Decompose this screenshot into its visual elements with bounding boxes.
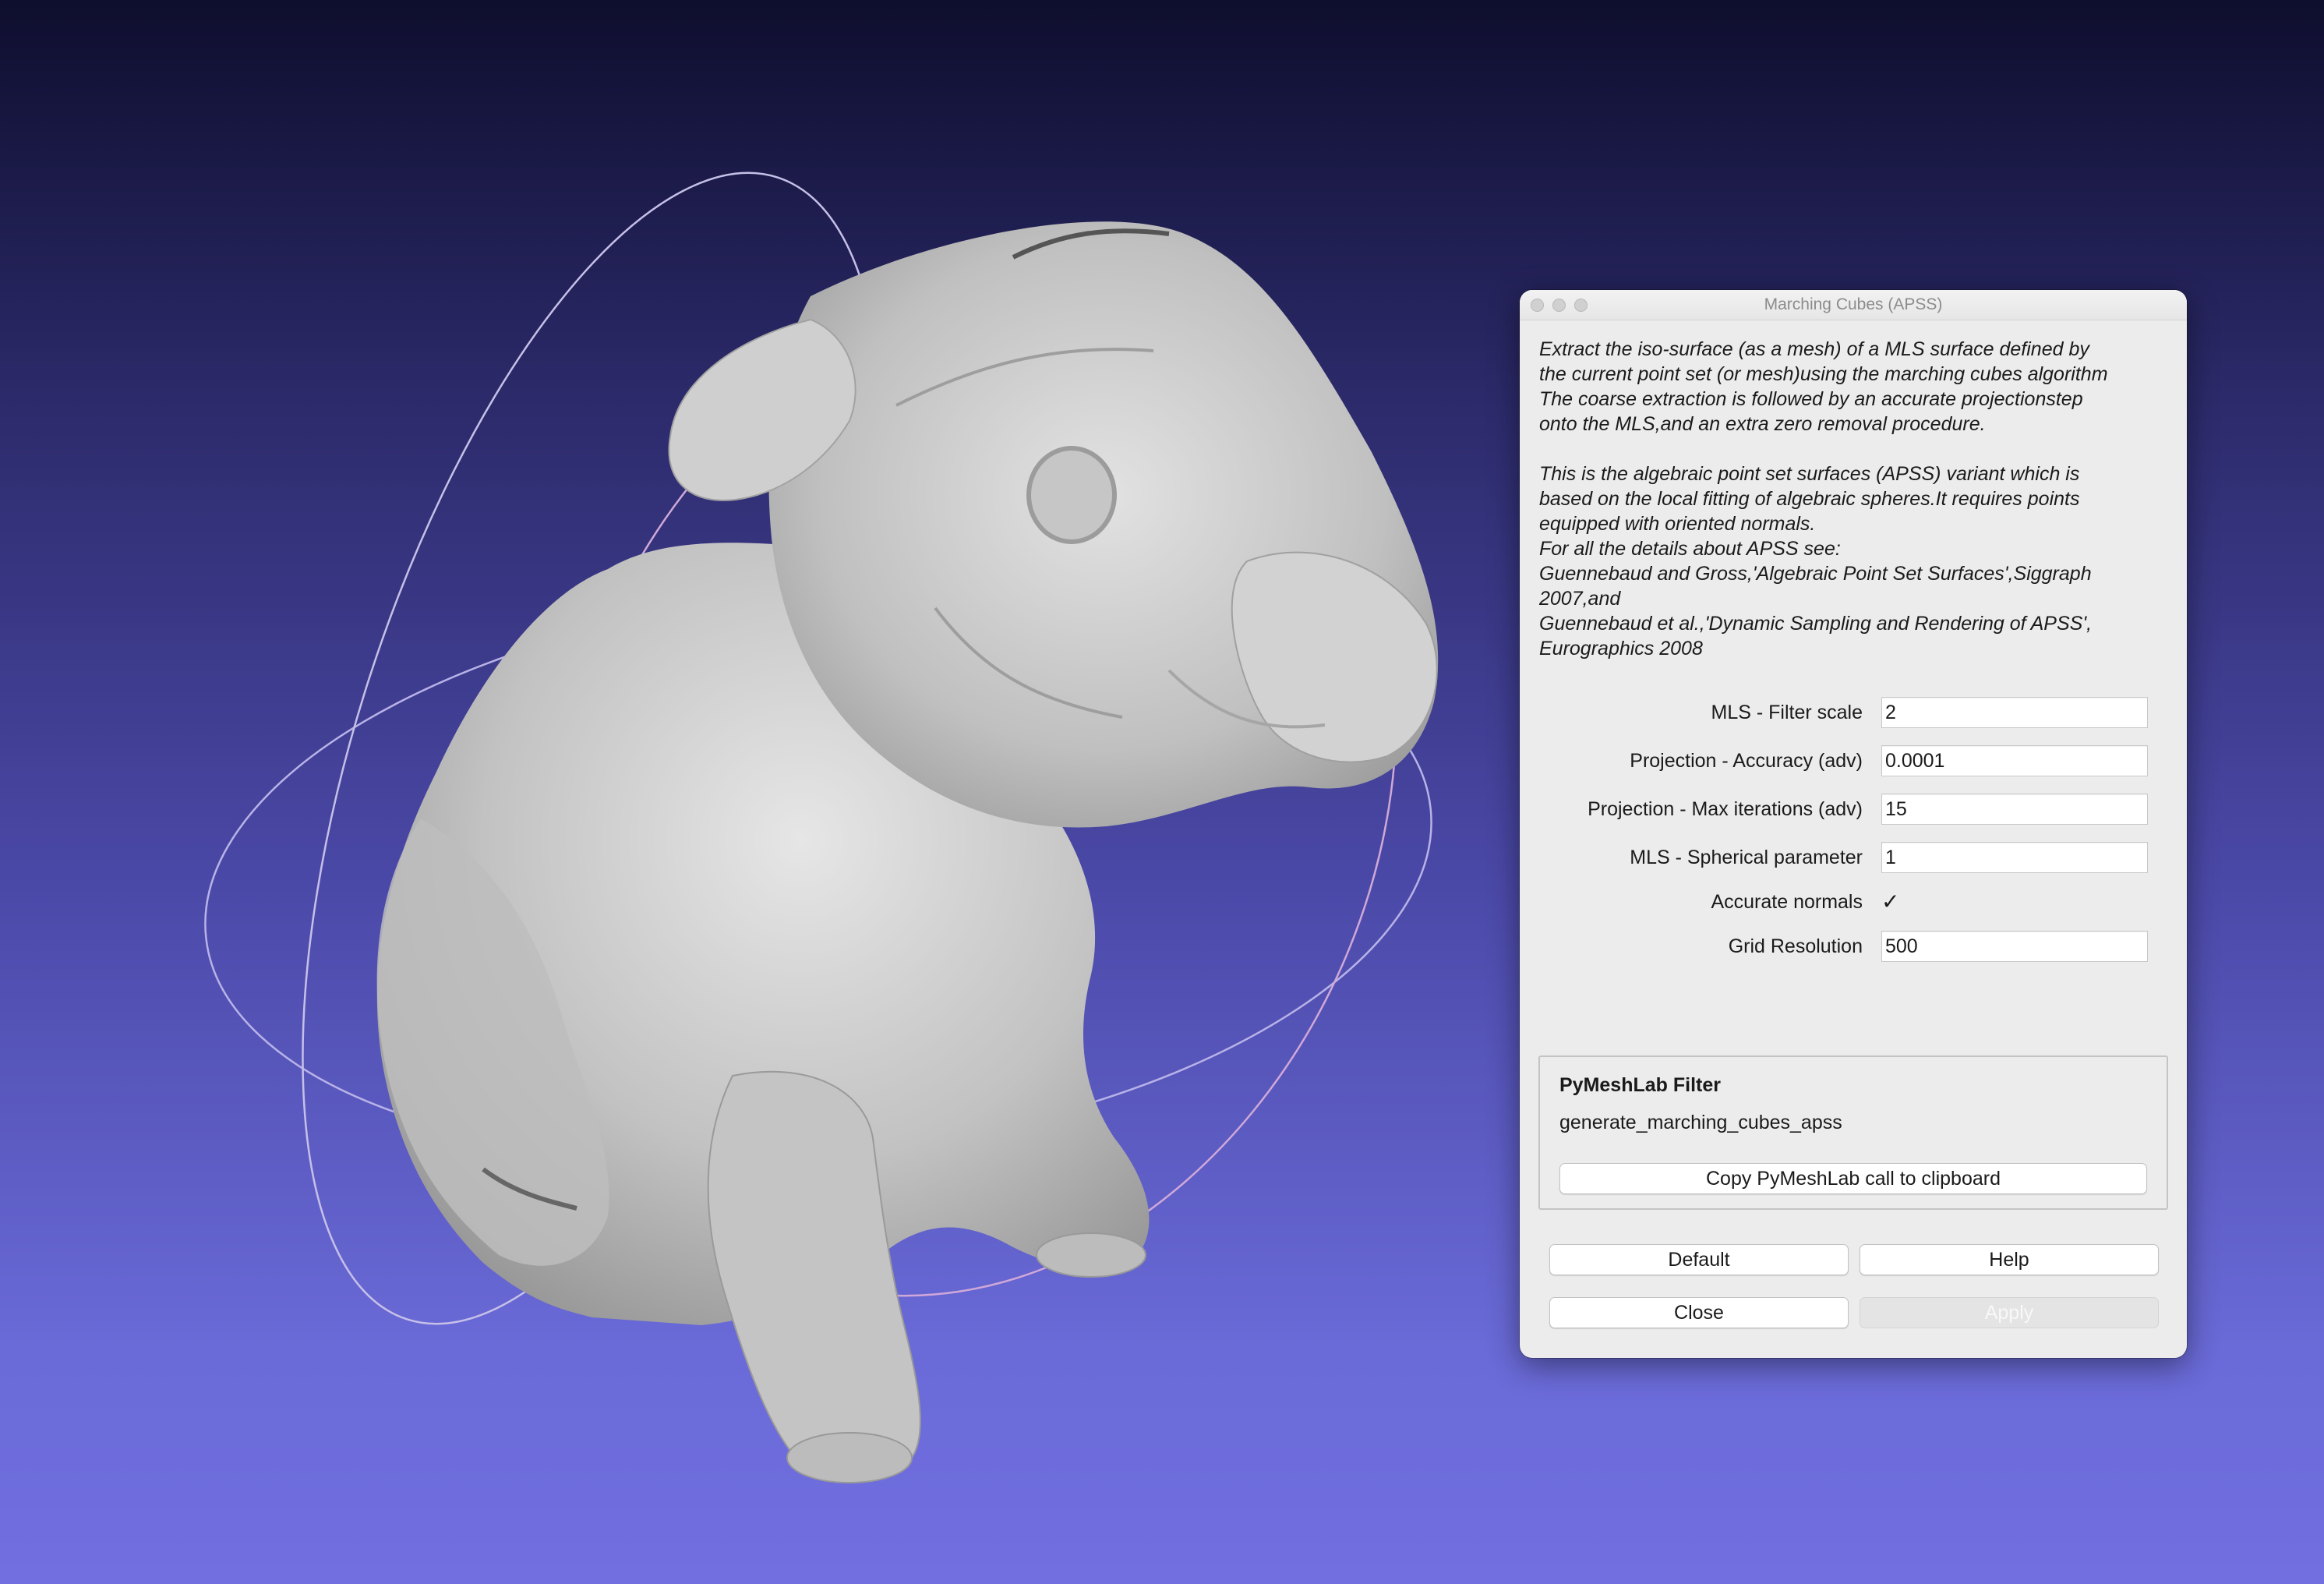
- pug-mesh: [376, 221, 1439, 1483]
- pymeshlab-filter-title: PyMeshLab Filter: [1559, 1074, 1721, 1096]
- max-iterations-input[interactable]: [1881, 794, 2148, 825]
- 3d-viewport[interactable]: Marching Cubes (APSS) Extract the iso-su…: [0, 0, 2324, 1584]
- projection-accuracy-label: Projection - Accuracy (adv): [1630, 750, 1863, 772]
- pymeshlab-filter-group: PyMeshLab Filter generate_marching_cubes…: [1538, 1055, 2168, 1210]
- param-row-projection-accuracy: Projection - Accuracy (adv): [1520, 745, 2187, 776]
- projection-accuracy-input[interactable]: [1881, 745, 2148, 776]
- grid-resolution-label: Grid Resolution: [1728, 935, 1863, 957]
- dialog-titlebar[interactable]: Marching Cubes (APSS): [1520, 290, 2187, 320]
- grid-resolution-input[interactable]: [1881, 931, 2148, 962]
- param-row-spherical-parameter: MLS - Spherical parameter: [1520, 842, 2187, 873]
- param-row-max-iterations: Projection - Max iterations (adv): [1520, 794, 2187, 825]
- spherical-parameter-label: MLS - Spherical parameter: [1630, 847, 1863, 868]
- mesh-paw: [786, 1432, 913, 1483]
- mesh-paw: [1036, 1232, 1146, 1278]
- accurate-normals-checkbox[interactable]: ✓: [1881, 891, 1903, 913]
- filter-scale-input[interactable]: [1881, 697, 2148, 728]
- copy-pymeshlab-call-button[interactable]: Copy PyMeshLab call to clipboard: [1559, 1163, 2147, 1194]
- default-button[interactable]: Default: [1549, 1244, 1849, 1275]
- mesh-eye: [1026, 446, 1117, 544]
- param-row-filter-scale: MLS - Filter scale: [1520, 697, 2187, 728]
- description-paragraph: This is the algebraic point set surfaces…: [1539, 463, 2093, 659]
- apply-button[interactable]: Apply: [1860, 1297, 2159, 1328]
- max-iterations-label: Projection - Max iterations (adv): [1588, 798, 1863, 820]
- filter-description: Extract the iso-surface (as a mesh) of a…: [1539, 337, 2172, 661]
- marching-cubes-dialog: Marching Cubes (APSS) Extract the iso-su…: [1520, 290, 2187, 1358]
- pymeshlab-call-name: generate_marching_cubes_apss: [1559, 1112, 1842, 1133]
- description-paragraph: Extract the iso-surface (as a mesh) of a…: [1539, 338, 2108, 435]
- param-row-accurate-normals: Accurate normals ✓: [1520, 886, 2187, 918]
- help-button[interactable]: Help: [1860, 1244, 2159, 1275]
- accurate-normals-label: Accurate normals: [1711, 891, 1863, 913]
- param-row-grid-resolution: Grid Resolution: [1520, 931, 2187, 962]
- spherical-parameter-input[interactable]: [1881, 842, 2148, 873]
- filter-scale-label: MLS - Filter scale: [1711, 702, 1863, 723]
- close-button[interactable]: Close: [1549, 1297, 1849, 1328]
- dialog-title: Marching Cubes (APSS): [1764, 295, 1943, 313]
